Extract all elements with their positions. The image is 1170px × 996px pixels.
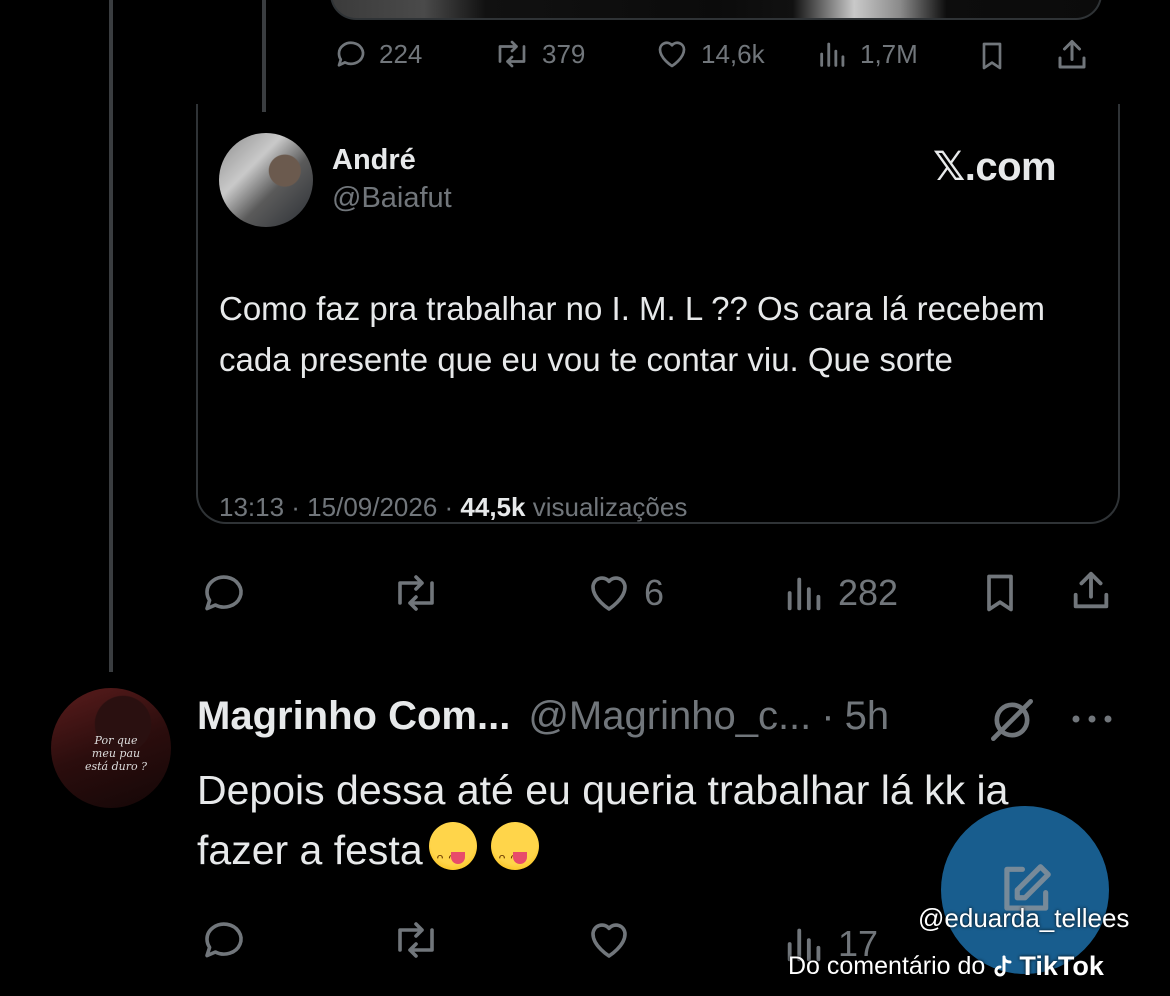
views-stat-top[interactable]: 1,7M: [816, 36, 918, 72]
compose-button[interactable]: [941, 806, 1109, 974]
watermark-source-text: Do comentário do: [788, 952, 986, 980]
reply-author-name[interactable]: Magrinho Com...: [197, 694, 510, 739]
embedded-media[interactable]: [330, 0, 1102, 20]
retweet-button[interactable]: [387, 916, 445, 964]
share-button[interactable]: [1068, 566, 1114, 616]
more-icon: [1070, 712, 1114, 726]
reply-button[interactable]: [198, 569, 250, 617]
like-button[interactable]: 6: [584, 569, 664, 617]
heart-icon: [584, 569, 634, 617]
bookmark-button-top[interactable]: [976, 38, 1008, 74]
reply-button[interactable]: [198, 916, 250, 964]
retweet-button[interactable]: [387, 569, 445, 617]
like-button[interactable]: [584, 916, 634, 964]
thread-line-upper: [262, 0, 266, 112]
more-button[interactable]: [1070, 712, 1114, 726]
reply-text-line2: fazer a festa: [197, 827, 423, 873]
retweet-icon: [387, 569, 445, 617]
retweet-icon: [387, 916, 445, 964]
reply-icon: [198, 569, 250, 617]
avatar-caption: Por que meu pau está duro ?: [84, 734, 148, 773]
yum-emoji-icon: [490, 822, 539, 890]
like-count: 14,6k: [701, 38, 765, 69]
watermark-username: @eduarda_tellees: [918, 903, 1130, 933]
quoted-author-handle: @Baiafut: [332, 182, 452, 214]
share-icon: [1068, 566, 1114, 616]
bookmark-icon: [978, 568, 1022, 618]
share-icon: [1054, 36, 1090, 74]
x-logo: 𝕏.com: [933, 145, 1057, 189]
quoted-tweet-meta: 13:13 · 15/09/2026 · 44,5k visualizações: [219, 492, 687, 523]
reply-icon: [333, 36, 369, 72]
reply-time: 5h: [844, 694, 890, 738]
grok-button[interactable]: [984, 692, 1040, 748]
quoted-author-name: André: [332, 144, 416, 176]
views-count: 282: [838, 572, 899, 613]
reply-icon: [198, 916, 250, 964]
retweet-stat-top[interactable]: 379: [492, 36, 585, 72]
quoted-tweet-time: 13:13 · 15/09/2026 ·: [219, 492, 461, 522]
views-count: 1,7M: [860, 38, 918, 69]
like-count: 6: [644, 572, 665, 613]
watermark-source: Do comentário do TikTok: [788, 951, 1104, 982]
reply-count: 224: [379, 38, 423, 69]
thread-line-left: [109, 0, 113, 672]
bookmark-button[interactable]: [978, 568, 1022, 618]
views-icon: [782, 569, 828, 617]
tiktok-label: TikTok: [1019, 951, 1104, 981]
bookmark-icon: [976, 38, 1008, 74]
reply-header: Magrinho Com... @Magrinho_c... · 5h: [197, 694, 889, 739]
reply-text-line1: Depois dessa até eu queria trabalhar lá …: [197, 767, 1009, 813]
retweet-icon: [492, 36, 532, 72]
reply-separator: ·: [821, 694, 835, 738]
quoted-tweet-text: Como faz pra trabalhar no I. M. L ?? Os …: [219, 290, 1045, 378]
avatar[interactable]: Por que meu pau está duro ?: [51, 688, 171, 808]
share-button-top[interactable]: [1054, 36, 1090, 74]
views-icon: [816, 36, 850, 72]
quoted-views-count: 44,5k: [460, 492, 526, 522]
reply-author-handle[interactable]: @Magrinho_c...: [528, 694, 811, 739]
heart-icon: [584, 916, 634, 964]
grok-icon: [984, 692, 1040, 748]
like-stat-top[interactable]: 14,6k: [653, 36, 765, 72]
retweet-count: 379: [542, 38, 586, 69]
quoted-views-label: visualizações: [525, 492, 688, 522]
reply-stat-top[interactable]: 224: [333, 36, 422, 72]
avatar[interactable]: [219, 133, 313, 227]
yum-emoji-icon: [428, 822, 477, 890]
heart-icon: [653, 36, 691, 72]
tiktok-icon: [993, 955, 1013, 979]
views-button[interactable]: 282: [782, 569, 898, 617]
